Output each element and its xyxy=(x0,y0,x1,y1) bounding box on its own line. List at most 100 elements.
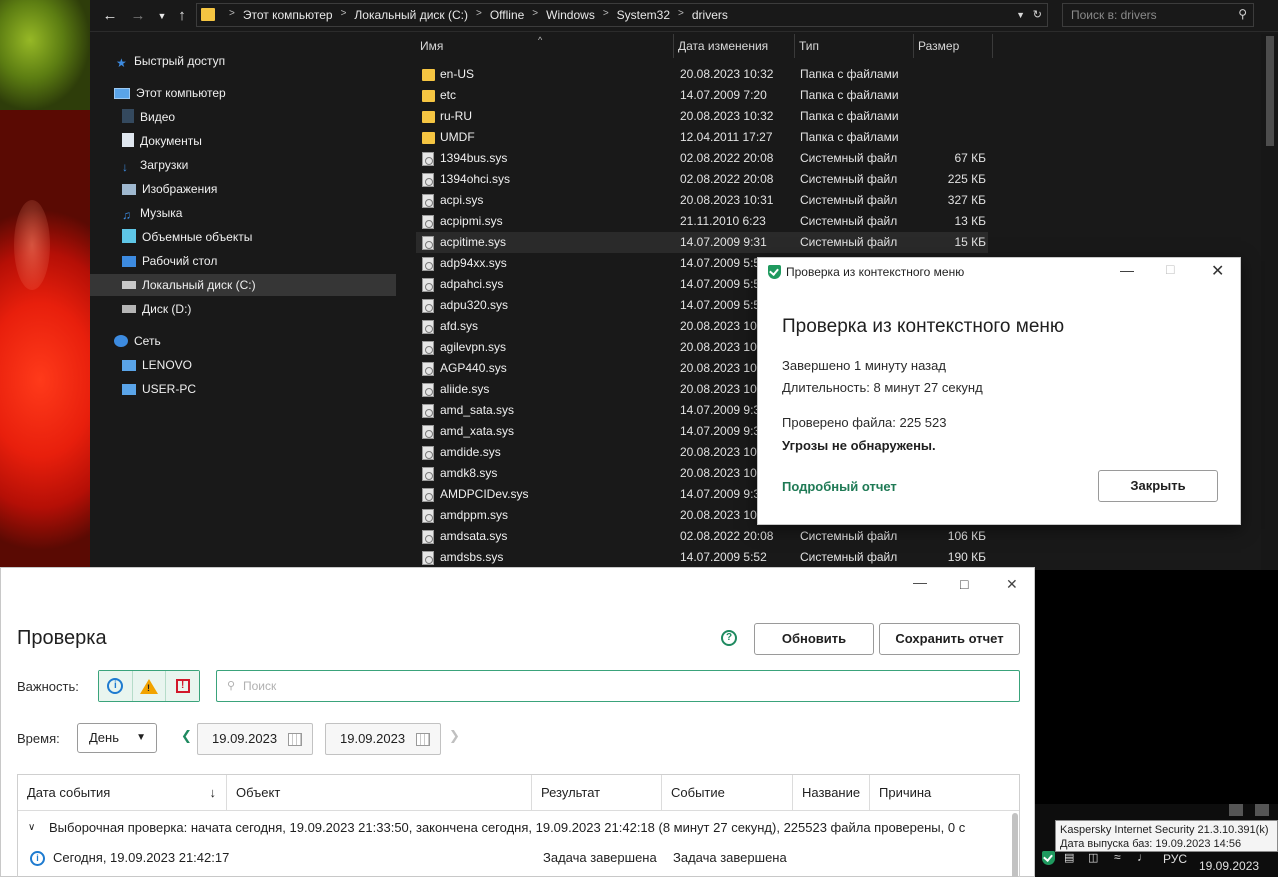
period-value: День xyxy=(89,730,119,745)
severity-info-toggle[interactable]: i xyxy=(99,671,133,701)
nav-network[interactable]: Сеть xyxy=(114,330,161,352)
detailed-report-link[interactable]: Подробный отчет xyxy=(782,479,897,494)
nav-music[interactable]: ♫ Музыка xyxy=(122,202,182,224)
explorer-scrollbar[interactable] xyxy=(1261,34,1278,570)
breadcrumb-item[interactable]: drivers xyxy=(692,8,728,22)
nav-downloads[interactable]: ↓ Загрузки xyxy=(122,154,188,176)
back-arrow-icon[interactable]: ← xyxy=(100,6,120,26)
severity-critical-toggle[interactable]: ! xyxy=(166,671,200,701)
breadcrumb-item[interactable]: Offline xyxy=(490,8,524,22)
file-name: UMDF xyxy=(440,130,475,144)
address-box[interactable]: > Этот компьютер > Локальный диск (C:) >… xyxy=(196,3,1048,27)
file-row[interactable]: ru-RU 20.08.2023 10:32 Папка с файлами xyxy=(416,106,988,127)
nav-video[interactable]: Видео xyxy=(122,106,175,128)
file-type: Системный файл xyxy=(800,193,898,207)
nav-label: Локальный диск (C:) xyxy=(142,278,256,292)
address-history-chevron-icon[interactable]: ▼ xyxy=(1016,10,1025,20)
network-tray-icon[interactable]: ▤ xyxy=(1064,851,1074,864)
column-header-reason[interactable]: Причина xyxy=(870,775,1015,811)
column-header-object[interactable]: Объект xyxy=(227,775,532,811)
scrollbar-thumb[interactable] xyxy=(1266,36,1274,146)
file-row[interactable]: amdsbs.sys 14.07.2009 5:52 Системный файл 1… xyxy=(416,547,988,568)
tray-date[interactable]: 19.09.2023 xyxy=(1199,859,1259,873)
system-file-icon xyxy=(422,551,434,565)
explorer-search-input[interactable]: Поиск в: drivers ⚲ xyxy=(1062,3,1254,27)
chevron-right-icon: > xyxy=(602,8,609,19)
file-row[interactable]: en-US 20.08.2023 10:32 Папка с файлами xyxy=(416,64,988,85)
file-row[interactable]: etc 14.07.2009 7:20 Папка с файлами xyxy=(416,85,988,106)
table-group-row[interactable]: ∨ Выборочная проверка: начата сегодня, 1… xyxy=(18,813,1014,843)
forward-arrow-icon[interactable]: → xyxy=(128,6,148,26)
close-icon[interactable]: ✕ xyxy=(1211,261,1224,281)
date-to-field[interactable]: 19.09.2023 xyxy=(325,723,441,755)
file-row[interactable]: acpi.sys 20.08.2023 10:31 Системный файл 32… xyxy=(416,190,988,211)
up-arrow-icon[interactable]: ↑ xyxy=(172,6,192,26)
file-row[interactable]: 1394ohci.sys 02.08.2022 20:08 Системный фа… xyxy=(416,169,988,190)
period-select[interactable]: День ▼ xyxy=(77,723,157,753)
table-row[interactable]: i Сегодня, 19.09.2023 21:42:17 Задача за… xyxy=(18,843,1014,873)
close-button[interactable]: Закрыть xyxy=(1098,470,1218,502)
device-tray-icon[interactable]: ◫ xyxy=(1088,851,1098,864)
file-name: agilevpn.sys xyxy=(440,340,507,354)
breadcrumb-item[interactable]: System32 xyxy=(617,8,670,22)
nav-user-pc[interactable]: USER-PC xyxy=(122,378,196,400)
minimize-icon[interactable]: — xyxy=(913,574,927,590)
help-icon[interactable]: ? xyxy=(721,630,737,646)
file-row[interactable]: acpipmi.sys 21.11.2010 6:23 Системный файл… xyxy=(416,211,988,232)
completed-text: Завершено 1 минуту назад xyxy=(782,358,946,373)
nav-disk-d[interactable]: Диск (D:) xyxy=(122,298,191,320)
maximize-icon[interactable]: □ xyxy=(960,576,968,592)
breadcrumb: > Этот компьютер > Локальный диск (C:) >… xyxy=(221,8,728,22)
report-search-input[interactable]: ⚲ Поиск xyxy=(216,670,1020,702)
tray-notification-icon[interactable] xyxy=(1255,804,1269,816)
chevron-down-icon[interactable]: ∨ xyxy=(28,813,35,843)
nav-documents[interactable]: Документы xyxy=(122,130,202,152)
breadcrumb-item[interactable]: Этот компьютер xyxy=(243,8,333,22)
calendar-icon[interactable] xyxy=(416,733,430,746)
severity-warning-toggle[interactable]: ! xyxy=(132,671,167,701)
column-header-date[interactable]: Дата события ↓ xyxy=(18,775,227,811)
nav-this-pc[interactable]: Этот компьютер xyxy=(114,82,226,104)
nav-desktop[interactable]: Рабочий стол xyxy=(122,250,217,272)
sort-up-icon: ^ xyxy=(538,35,543,45)
column-header-date[interactable]: Дата изменения xyxy=(674,34,795,58)
file-name: amdide.sys xyxy=(440,445,501,459)
nav-quick-access[interactable]: ★ Быстрый доступ xyxy=(116,50,225,72)
column-label: Тип xyxy=(799,39,820,53)
nav-local-disk-c[interactable]: Локальный диск (C:) xyxy=(90,274,396,296)
nav-label: Изображения xyxy=(142,182,218,196)
breadcrumb-item[interactable]: Windows xyxy=(546,8,595,22)
system-file-icon xyxy=(422,341,434,355)
recent-chevron-icon[interactable]: ▼ xyxy=(152,6,172,26)
file-row[interactable]: 1394bus.sys 02.08.2022 20:08 Системный фай… xyxy=(416,148,988,169)
volume-icon[interactable]: ♩ xyxy=(1137,850,1149,864)
column-header-result[interactable]: Результат xyxy=(532,775,662,811)
nav-lenovo[interactable]: LENOVO xyxy=(122,354,192,376)
column-header-name[interactable]: Название xyxy=(793,775,870,811)
wifi-icon[interactable]: ≈ xyxy=(1114,850,1121,864)
file-row[interactable]: UMDF 12.04.2011 17:27 Папка с файлами xyxy=(416,127,988,148)
dialog-heading: Проверка из контекстного меню xyxy=(782,316,1065,337)
sort-down-icon: ↓ xyxy=(209,785,217,800)
kaspersky-tray-icon[interactable] xyxy=(1042,851,1055,865)
refresh-button[interactable]: Обновить xyxy=(754,623,874,655)
column-header-event[interactable]: Событие xyxy=(662,775,793,811)
input-language-indicator[interactable]: РУС xyxy=(1163,852,1187,866)
table-scrollbar[interactable] xyxy=(1012,813,1018,877)
close-icon[interactable]: ✕ xyxy=(1006,576,1018,593)
file-row[interactable]: amdsata.sys 02.08.2022 20:08 Системный фай… xyxy=(416,526,988,547)
nav-3d-objects[interactable]: Объемные объекты xyxy=(122,226,252,248)
file-row[interactable]: acpitime.sys 14.07.2009 9:31 Системный фай… xyxy=(416,232,988,253)
prev-period-chevron-icon[interactable]: ❮ xyxy=(181,728,192,744)
column-header-name[interactable]: Имя ^ xyxy=(416,34,674,58)
nav-pictures[interactable]: Изображения xyxy=(122,178,217,200)
tray-overflow-icon[interactable] xyxy=(1229,804,1243,816)
refresh-icon[interactable]: ↻ xyxy=(1033,8,1042,21)
breadcrumb-item[interactable]: Локальный диск (C:) xyxy=(354,8,468,22)
save-report-button[interactable]: Сохранить отчет xyxy=(879,623,1020,655)
minimize-icon[interactable]: — xyxy=(1120,262,1134,278)
date-from-field[interactable]: 19.09.2023 xyxy=(197,723,313,755)
column-header-type[interactable]: Тип xyxy=(795,34,914,58)
column-header-size[interactable]: Размер xyxy=(914,34,993,58)
calendar-icon[interactable] xyxy=(288,733,302,746)
